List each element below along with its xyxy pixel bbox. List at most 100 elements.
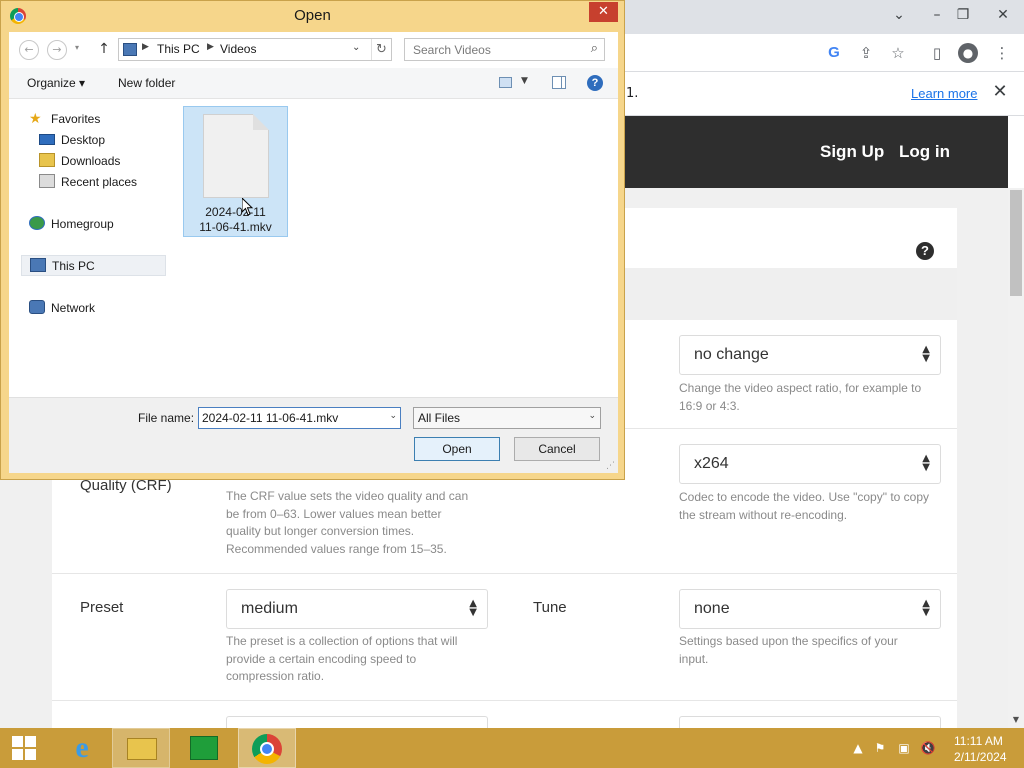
clock-time[interactable]: 11:11 AM: [954, 734, 1003, 748]
tab-search-icon[interactable]: ⌄: [882, 0, 916, 30]
codec-help: Codec to encode the video. Use "copy" to…: [679, 489, 929, 524]
chrome-taskbar-button[interactable]: [238, 728, 296, 768]
side-panel-icon[interactable]: ▯: [926, 42, 948, 64]
file-name-line: 2024-02-11: [205, 205, 266, 219]
computer-icon: [30, 258, 46, 272]
navigation-pane: ★ Favorites Desktop Downloads Recent pla…: [9, 99, 169, 397]
dialog-close-button[interactable]: ✕: [589, 2, 618, 22]
show-hidden-icons-icon[interactable]: ▲: [850, 740, 866, 756]
codec-select[interactable]: x264 ▲ ▼: [679, 444, 941, 484]
profile-avatar-icon[interactable]: ●: [958, 43, 978, 63]
share-icon[interactable]: ⇪: [855, 42, 877, 64]
row-divider: [52, 700, 957, 701]
system-tray: ▲ ⚑ ▣ 🔇 11:11 AM 2/11/2024: [850, 728, 1024, 768]
file-explorer-button[interactable]: [112, 728, 170, 768]
recent-locations-icon[interactable]: ▾: [75, 43, 79, 52]
help-icon[interactable]: ?: [916, 242, 934, 260]
aspect-help: Change the video aspect ratio, for examp…: [679, 380, 921, 415]
back-arrow-icon[interactable]: ←: [19, 40, 39, 60]
quality-help-line: quality but longer conversion times.: [226, 524, 415, 538]
store-button[interactable]: [175, 728, 233, 768]
forward-arrow-icon[interactable]: →: [47, 40, 67, 60]
up-arrow-icon[interactable]: ↑: [95, 39, 113, 59]
breadcrumb-videos[interactable]: Videos: [220, 42, 256, 56]
cancel-button[interactable]: Cancel: [514, 437, 600, 461]
bookmark-star-icon[interactable]: ☆: [887, 42, 909, 64]
taskbar: e ▲ ⚑ ▣ 🔇 11:11 AM 2/11/2024: [0, 728, 1024, 768]
dialog-nav-bar: ← → ▾ ↑ ▶ This PC ▶ Videos ⌄ ↻ Search Vi…: [9, 32, 618, 68]
preset-label: Preset: [80, 599, 124, 616]
organize-button[interactable]: Organize ▾: [27, 76, 85, 90]
desktop-icon: [39, 134, 55, 145]
scrollbar-thumb[interactable]: [1010, 190, 1022, 296]
internet-explorer-icon: e: [75, 731, 89, 764]
tune-select[interactable]: none ▲ ▼: [679, 589, 941, 629]
page-scrollbar[interactable]: ▼: [1008, 188, 1024, 728]
nav-item-network[interactable]: Network: [29, 298, 149, 318]
search-icon: ⌕: [590, 41, 598, 56]
start-button[interactable]: [0, 728, 50, 768]
change-view-icon[interactable]: [499, 77, 512, 88]
tune-select-value: none: [694, 600, 730, 617]
signup-link[interactable]: Sign Up: [820, 142, 884, 162]
learn-more-link[interactable]: Learn more: [911, 86, 977, 101]
refresh-icon[interactable]: ↻: [371, 39, 391, 60]
infobar-close-icon[interactable]: ✕: [990, 82, 1010, 102]
preview-pane-icon[interactable]: [552, 76, 566, 89]
tune-help-line: Settings based upon the specifics of you…: [679, 634, 898, 648]
file-name-line: 11-06-41.mkv: [199, 220, 272, 234]
windows-logo-icon: [12, 736, 23, 747]
nav-item-label: Network: [51, 301, 96, 315]
address-dropdown-icon[interactable]: ⌄: [352, 42, 360, 53]
resize-grip-icon[interactable]: ⋰: [606, 461, 615, 471]
nav-item-downloads[interactable]: Downloads: [39, 151, 159, 171]
new-folder-button[interactable]: New folder: [118, 76, 175, 90]
search-placeholder: Search Videos: [413, 43, 491, 57]
preset-select-value: medium: [241, 600, 298, 617]
windows-logo-icon: [12, 749, 23, 760]
volume-muted-icon[interactable]: 🔇: [920, 740, 936, 756]
scroll-down-arrow-icon[interactable]: ▼: [1008, 712, 1024, 728]
dialog-titlebar[interactable]: Open ✕: [1, 1, 624, 31]
file-list-pane: 2024-02-11 11-06-41.mkv: [175, 99, 618, 397]
homegroup-icon: [29, 216, 45, 230]
nav-item-label: Downloads: [61, 154, 121, 168]
address-bar[interactable]: ▶ This PC ▶ Videos ⌄ ↻: [118, 38, 392, 61]
infobar-text: 1.: [626, 86, 639, 101]
nav-item-favorites[interactable]: ★ Favorites: [29, 109, 149, 129]
file-type-dropdown-icon: ⌄: [588, 411, 596, 421]
folder-icon: [127, 738, 157, 760]
internet-explorer-button[interactable]: e: [53, 728, 111, 768]
search-input[interactable]: Search Videos ⌕: [404, 38, 605, 61]
file-name-dropdown-icon[interactable]: ⌄: [389, 411, 397, 421]
menu-kebab-icon[interactable]: ⋮: [991, 42, 1013, 64]
dialog-help-icon[interactable]: ?: [587, 75, 603, 91]
window-close-icon[interactable]: ✕: [986, 0, 1020, 30]
network-tray-icon[interactable]: ▣: [896, 740, 912, 756]
open-file-dialog: Open ✕ ← → ▾ ↑ ▶ This PC ▶ Videos ⌄ ↻ Se…: [0, 0, 625, 480]
nav-item-homegroup[interactable]: Homegroup: [29, 214, 149, 234]
preset-select[interactable]: medium ▲ ▼: [226, 589, 488, 629]
nav-item-recent-places[interactable]: Recent places: [39, 172, 164, 192]
nav-item-desktop[interactable]: Desktop: [39, 130, 159, 150]
file-type-select[interactable]: All Files ⌄: [413, 407, 601, 429]
restore-icon[interactable]: ❐: [946, 0, 980, 30]
nav-item-label: Favorites: [51, 112, 101, 126]
login-link[interactable]: Log in: [899, 142, 950, 162]
aspect-select[interactable]: no change ▲ ▼: [679, 335, 941, 375]
open-button[interactable]: Open: [414, 437, 500, 461]
windows-logo-icon: [25, 736, 36, 747]
nav-item-this-pc[interactable]: This PC: [21, 255, 166, 276]
view-options-dropdown-icon[interactable]: ▼: [521, 76, 528, 86]
select-arrows-icon: ▲ ▼: [469, 598, 477, 618]
store-bag-icon: [190, 736, 218, 760]
breadcrumb-this-pc[interactable]: This PC: [157, 42, 200, 56]
file-name-input[interactable]: 2024-02-11 11-06-41.mkv ⌄: [198, 407, 401, 429]
google-icon[interactable]: G: [823, 42, 845, 64]
action-center-flag-icon[interactable]: ⚑: [872, 740, 888, 756]
aspect-select-value: no change: [694, 346, 769, 363]
clock-date[interactable]: 2/11/2024: [954, 750, 1007, 764]
quality-help-line: be from 0–63. Lower values mean better: [226, 506, 442, 521]
preset-help-line: The preset is a collection of options th…: [226, 634, 458, 648]
file-item[interactable]: 2024-02-11 11-06-41.mkv: [183, 106, 288, 237]
